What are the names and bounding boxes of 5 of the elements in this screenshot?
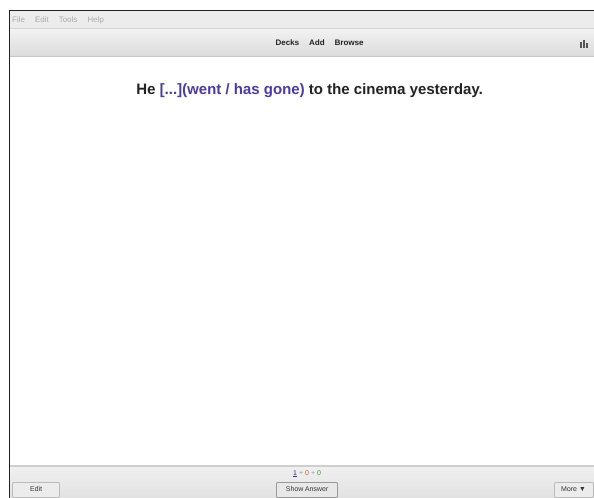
toolbar-link[interactable]: Browse [334,36,364,48]
stats-icon[interactable] [580,39,590,48]
toolbar-link[interactable]: Add [309,36,325,48]
toolbar-link[interactable]: Decks [275,36,300,48]
card-question: He [...](went / has gone) to the cinema yesterday. [136,80,483,100]
